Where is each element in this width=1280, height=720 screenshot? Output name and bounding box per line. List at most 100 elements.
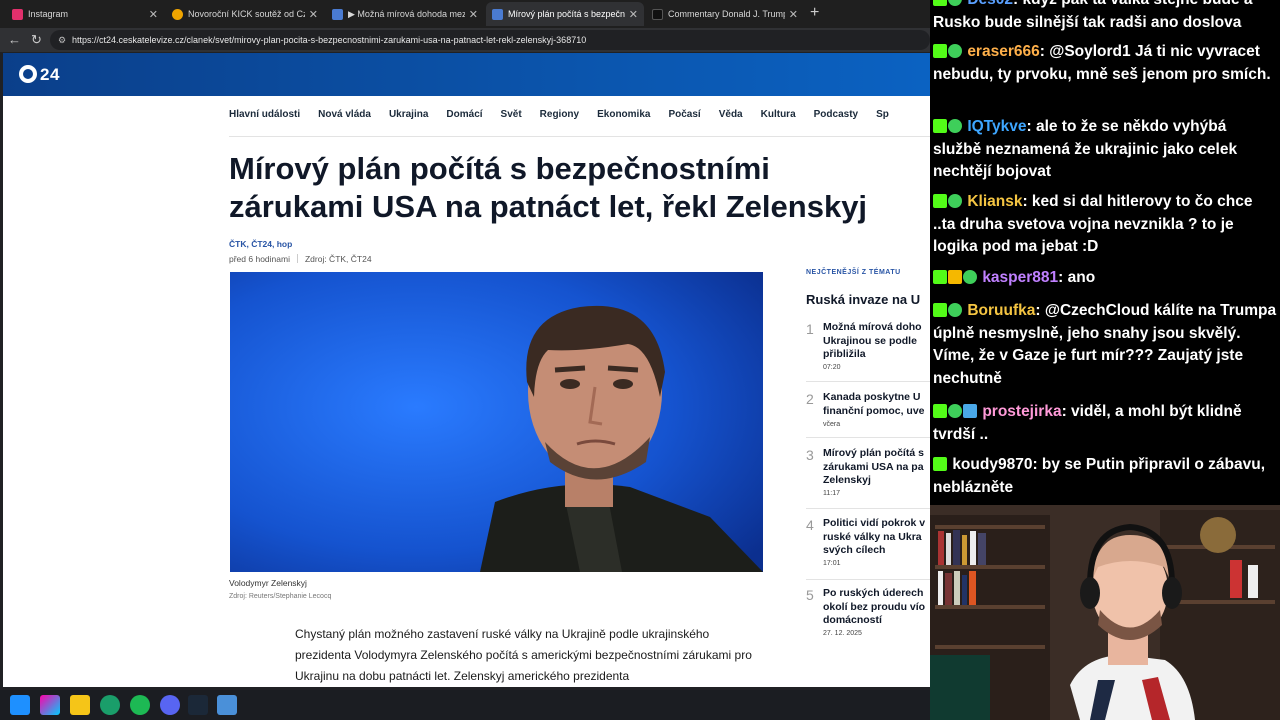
chat-username[interactable]: IQTykve [967, 118, 1026, 135]
site-info-icon[interactable]: ⚙ [58, 30, 66, 50]
app-icon[interactable] [217, 695, 237, 715]
diamond-badge-icon [963, 404, 977, 418]
related-item[interactable]: 1 Možná mírová doho Ukrajinou se podle p… [806, 321, 930, 379]
crown-badge-icon [948, 270, 962, 284]
close-icon[interactable]: ✕ [149, 8, 158, 21]
tab-active-article[interactable]: Mírový plán počítá s bezpečnostn ✕ [486, 2, 644, 26]
tab-youtube[interactable]: ▶ Možná mírová dohoda mezi Ru ✕ [326, 2, 484, 26]
menu-item-nova-vlada[interactable]: Nová vláda [318, 109, 371, 125]
menu-item-pocasi[interactable]: Počasí [668, 109, 700, 125]
chat-username[interactable]: Boruufka [967, 302, 1035, 319]
related-label: NEJČTENĚJŠÍ Z TÉMATU [806, 269, 901, 276]
related-title[interactable]: Kanada poskytne U finanční pomoc, uve [823, 391, 930, 419]
related-num: 5 [806, 587, 814, 603]
ct24-logo[interactable]: 24 [19, 65, 60, 85]
chat-text: ano [1067, 269, 1096, 286]
tab-label: Instagram [28, 9, 69, 19]
related-num: 2 [806, 391, 814, 407]
new-tab-button[interactable]: + [810, 4, 819, 22]
related-date: 11:17 [823, 490, 840, 497]
address-bar-row: ← ↻ ⚙ https://ct24.ceskatelevize.cz/clan… [0, 28, 930, 52]
screen: Instagram ✕ Novoroční KICK soutěž od Cze… [0, 0, 1280, 720]
chat-message: koudy9870: by se Putin připravil o zábav… [933, 456, 1266, 496]
related-title[interactable]: Politici vidí pokrok v ruské války na Uk… [823, 517, 930, 558]
related-title[interactable]: Možná mírová doho Ukrajinou se podle při… [823, 321, 930, 362]
menu-item-hlavni-udalosti[interactable]: Hlavní události [229, 109, 300, 125]
chat-message: prostejirka: viděl, a mohl být klidně tv… [933, 403, 1242, 443]
close-icon[interactable]: ✕ [309, 8, 318, 21]
tab-label: Mírový plán počítá s bezpečnostn [508, 9, 625, 19]
url-text: https://ct24.ceskatelevize.cz/clanek/sve… [72, 35, 587, 45]
tab-label: ▶ Možná mírová dohoda mezi Ru [348, 8, 465, 19]
related-item[interactable]: 5 Po ruských úderech okolí bez proudu ví… [806, 587, 930, 645]
chat-username[interactable]: Kliansk [967, 193, 1022, 210]
copilot-icon[interactable] [40, 695, 60, 715]
related-item[interactable]: 4 Politici vidí pokrok v ruské války na … [806, 517, 930, 575]
discord-icon[interactable] [160, 695, 180, 715]
menu-item-ukrajina[interactable]: Ukrajina [389, 109, 428, 125]
reload-icon[interactable]: ↻ [31, 32, 42, 48]
taskbar [0, 690, 930, 720]
edge-icon[interactable] [100, 695, 120, 715]
chat-username[interactable]: koudy9870 [952, 456, 1032, 473]
close-icon[interactable]: ✕ [469, 8, 478, 21]
related-item[interactable]: 3 Mírový plán počítá s zárukami USA na p… [806, 447, 930, 505]
menu-item-sport[interactable]: Sp [876, 109, 889, 125]
menu-item-regiony[interactable]: Regiony [540, 109, 579, 125]
instagram-icon [12, 8, 23, 20]
menu-item-ekonomika[interactable]: Ekonomika [597, 109, 650, 125]
windows-start-icon[interactable] [10, 695, 30, 715]
related-section-title[interactable]: Ruská invaze na U [806, 292, 920, 307]
close-icon[interactable]: ✕ [629, 8, 638, 21]
tab-kick[interactable]: Novoroční KICK soutěž od CzechC ✕ [166, 2, 324, 26]
subscriber-badge-icon [963, 270, 977, 284]
article-source: Zdroj: ČTK, ČT24 [304, 254, 372, 264]
divider [806, 381, 930, 382]
chat-username[interactable]: eraser666 [967, 43, 1039, 60]
browser-window: Instagram ✕ Novoroční KICK soutěž od Cze… [0, 0, 930, 690]
related-title[interactable]: Mírový plán počítá s zárukami USA na pa … [823, 447, 930, 488]
tab-bar: Instagram ✕ Novoroční KICK soutěž od Cze… [0, 0, 930, 28]
divider [296, 254, 298, 263]
file-explorer-icon[interactable] [70, 695, 90, 715]
chat-username[interactable]: Des02 [967, 0, 1013, 8]
webcam-image [930, 505, 1280, 720]
chat-message: Boruufka: @CzechCloud kálíte na Trumpa ú… [933, 302, 1277, 387]
url-field[interactable]: ⚙ https://ct24.ceskatelevize.cz/clanek/s… [50, 30, 930, 50]
subscriber-badge-icon [948, 0, 962, 6]
steam-icon[interactable] [188, 695, 208, 715]
related-date: včera [823, 421, 841, 428]
article-headline: Mírový plán počítá s bezpečnostními záru… [229, 151, 868, 224]
spotify-icon[interactable] [130, 695, 150, 715]
article-authors[interactable]: ČTK, ČT24, hop [229, 239, 292, 249]
close-icon[interactable]: ✕ [789, 8, 798, 21]
related-item[interactable]: 2 Kanada poskytne U finanční pomoc, uve … [806, 391, 930, 441]
tab-instagram[interactable]: Instagram ✕ [6, 2, 164, 26]
menu-item-veda[interactable]: Věda [719, 109, 743, 125]
chat-text: viděl, a mohl být klidně tvrdší .. [933, 403, 1242, 443]
subscriber-badge-icon [948, 119, 962, 133]
article-photo[interactable] [230, 272, 763, 572]
chat-username[interactable]: kasper881 [982, 269, 1058, 286]
back-icon[interactable]: ← [8, 32, 21, 47]
x-icon [652, 8, 663, 20]
menu-item-domaci[interactable]: Domácí [446, 109, 482, 125]
related-date: 07:20 [823, 364, 841, 371]
chat-message: kasper881: ano [933, 267, 1277, 290]
subscriber-badge-icon [948, 303, 962, 317]
tab-label: Novoroční KICK soutěž od CzechC [188, 9, 305, 19]
kick-badge-icon [933, 0, 947, 6]
chat-message: IQTykve: ale to že se někdo vyhýbá služb… [933, 118, 1238, 180]
menu-item-podcasty[interactable]: Podcasty [814, 109, 858, 125]
chat-username[interactable]: prostejirka [982, 403, 1061, 420]
subscriber-badge-icon [948, 194, 962, 208]
related-num: 1 [806, 321, 814, 337]
chat-message: Des02: když pak ta válka stejně bude a R… [933, 0, 1277, 34]
related-title[interactable]: Po ruských úderech okolí bez proudu vío … [823, 587, 930, 628]
tab-x-trump[interactable]: Commentary Donald J. Trump Pos ✕ [646, 2, 804, 26]
menu-item-kultura[interactable]: Kultura [761, 109, 796, 125]
menu-item-svet[interactable]: Svět [501, 109, 522, 125]
webcam-feed [930, 505, 1280, 720]
zelenskyj-photo [230, 272, 763, 572]
article-time: před 6 hodinami [229, 254, 290, 264]
